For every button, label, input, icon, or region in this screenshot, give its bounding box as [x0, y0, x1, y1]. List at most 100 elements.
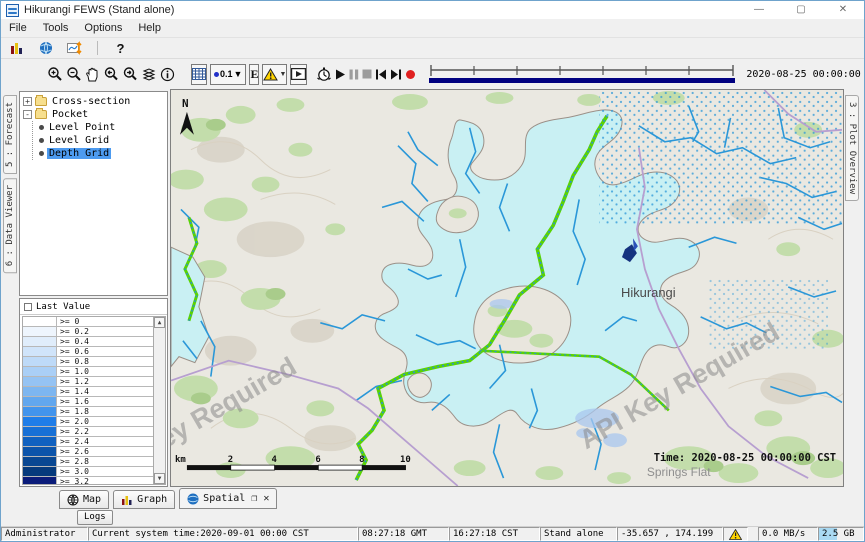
timeseries-display-button[interactable] [64, 38, 85, 59]
status-warning[interactable] [723, 527, 748, 541]
pan-button[interactable] [85, 64, 100, 85]
legend-row[interactable]: >= 2.2 [23, 427, 153, 437]
last-frame-button[interactable] [390, 64, 402, 85]
legend-scrollbar[interactable]: ▲ ▼ [153, 316, 166, 485]
legend-swatch [23, 377, 57, 386]
record-button[interactable] [405, 64, 416, 85]
menu-help[interactable]: Help [130, 22, 169, 34]
grid-button[interactable] [191, 64, 207, 85]
scroll-down-icon[interactable]: ▼ [154, 473, 165, 484]
animation-button[interactable] [290, 64, 307, 85]
tab-graph[interactable]: Graph [113, 490, 175, 509]
maximize-button[interactable]: ▢ [780, 1, 822, 19]
legend-row[interactable]: >= 3.0 [23, 467, 153, 477]
zoom-previous-button[interactable] [103, 64, 119, 85]
tree-item-label: Pocket [50, 109, 90, 120]
legend-row[interactable]: >= 1.8 [23, 407, 153, 417]
play-button[interactable] [335, 64, 346, 85]
zoom-previous-icon [103, 66, 119, 82]
status-mode: Stand alone [540, 527, 617, 541]
main-toolbar: ? [1, 37, 864, 59]
stop-button[interactable] [362, 64, 372, 85]
legend-class-list: >= 0 >= 0.2 >= 0.4 >= 0.6 >= 0.8 >= 1.0 … [22, 316, 153, 485]
tree-item-label: Cross-section [50, 96, 132, 107]
legend-row[interactable]: >= 1.6 [23, 397, 153, 407]
detach-tab-icon[interactable]: ❐ [251, 493, 257, 504]
tree-item-cross-section[interactable]: + Cross-section [23, 95, 167, 108]
grid-icon [192, 68, 206, 80]
toolbar-separator [97, 41, 98, 55]
menu-options[interactable]: Options [76, 22, 130, 34]
scroll-up-icon[interactable]: ▲ [154, 317, 165, 328]
tree-item-depth-grid[interactable]: Depth Grid [37, 147, 167, 160]
legend-swatch [23, 477, 57, 485]
stop-icon [362, 69, 372, 79]
zoom-out-button[interactable] [66, 64, 82, 85]
chart-arrow-icon [67, 41, 83, 55]
tree-item-level-point[interactable]: Level Point [37, 121, 167, 134]
tab-graph-label: Graph [137, 494, 167, 505]
last-value-checkbox[interactable] [24, 303, 32, 311]
help-button[interactable]: ? [110, 38, 131, 59]
legend-row[interactable]: >= 0.8 [23, 357, 153, 367]
bullet-icon [39, 151, 44, 156]
legend-row[interactable]: >= 2.0 [23, 417, 153, 427]
legend-row[interactable]: >= 0.2 [23, 327, 153, 337]
bar-chart-icon [121, 494, 133, 506]
globe-wire-icon [67, 494, 79, 506]
tab-map[interactable]: Map [59, 490, 109, 509]
legend-row[interactable]: >= 1.2 [23, 377, 153, 387]
class-break-dropdown[interactable]: 0.1 ▼ [210, 64, 246, 85]
tree-item-level-grid[interactable]: Level Grid [37, 134, 167, 147]
legend-row[interactable]: >= 1.0 [23, 367, 153, 377]
legend-swatch [23, 447, 57, 456]
info-button[interactable] [160, 64, 175, 85]
zoom-in-button[interactable] [47, 64, 63, 85]
last-value-label: Last Value [36, 302, 90, 312]
label-button[interactable]: E [249, 64, 259, 85]
app-logo-icon [6, 4, 19, 17]
legend-row[interactable]: >= 0 [23, 317, 153, 327]
tab-spatial[interactable]: Spatial ❐ ✕ [179, 488, 277, 509]
legend-swatch [23, 357, 57, 366]
zoom-next-icon [122, 66, 138, 82]
layers-button[interactable] [141, 64, 157, 85]
memory-label: 2.5 GB [822, 529, 855, 539]
first-frame-button[interactable] [375, 64, 387, 85]
map-display-button[interactable] [35, 38, 56, 59]
legend-row[interactable]: >= 2.6 [23, 447, 153, 457]
tab-spatial-label: Spatial [203, 493, 245, 504]
title-bar: Hikurangi FEWS (Stand alone) — ▢ ✕ [1, 1, 864, 19]
collapse-icon[interactable]: - [23, 110, 32, 119]
time-slider[interactable] [425, 63, 739, 85]
close-tab-icon[interactable]: ✕ [263, 493, 269, 504]
legend-swatch [23, 387, 57, 396]
legend-row[interactable]: >= 0.4 [23, 337, 153, 347]
legend-row[interactable]: >= 2.8 [23, 457, 153, 467]
legend-row[interactable]: >= 3.2 [23, 477, 153, 485]
tab-plot-overview[interactable]: 3 : Plot Overview [845, 95, 859, 201]
warning-dropdown[interactable]: ▼ [262, 64, 287, 85]
menu-tools[interactable]: Tools [35, 22, 77, 34]
bullet-icon [39, 125, 44, 130]
map-svg: API Key Required API Key Required Hikura… [171, 90, 843, 486]
close-button[interactable]: ✕ [822, 1, 864, 19]
status-system-time: Current system time:2020-09-01 00:00 CST [88, 527, 358, 541]
tree-item-pocket[interactable]: - Pocket [23, 108, 167, 121]
menu-file[interactable]: File [1, 22, 35, 34]
status-gmt-time: 08:27:18 GMT [358, 527, 449, 541]
pause-button[interactable] [349, 64, 359, 85]
legend-row[interactable]: >= 2.4 [23, 437, 153, 447]
tab-forecast[interactable]: 5 : Forecast [3, 95, 17, 174]
timer-button[interactable] [316, 64, 332, 85]
map-canvas[interactable]: API Key Required API Key Required Hikura… [170, 89, 844, 487]
legend-row[interactable]: >= 1.4 [23, 387, 153, 397]
legend-panel: Last Value >= 0 >= 0.2 >= 0.4 >= 0.6 >= … [19, 298, 168, 487]
explorer-button[interactable] [6, 38, 27, 59]
logs-button[interactable]: Logs [77, 510, 113, 525]
zoom-next-button[interactable] [122, 64, 138, 85]
minimize-button[interactable]: — [738, 1, 780, 19]
tab-data-viewer[interactable]: 6 : Data Viewer [3, 178, 17, 273]
expand-icon[interactable]: + [23, 97, 32, 106]
legend-row[interactable]: >= 0.6 [23, 347, 153, 357]
